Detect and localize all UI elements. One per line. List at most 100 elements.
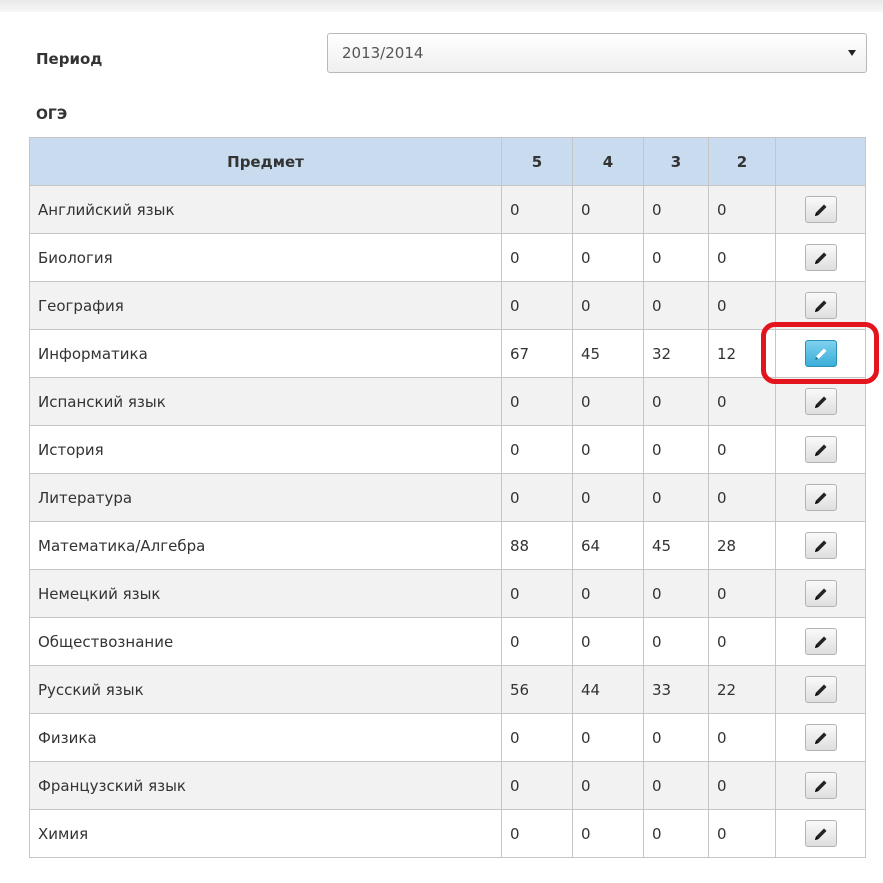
table-row: Биология 0 0 0 0	[29, 233, 866, 282]
cell-grade-5: 0	[501, 425, 573, 474]
cell-action	[775, 521, 866, 570]
pencil-icon	[813, 586, 829, 602]
cell-subject: Биология	[29, 233, 502, 282]
cell-grade-3: 0	[643, 713, 709, 762]
cell-grade-3: 32	[643, 329, 709, 378]
cell-grade-4: 0	[572, 377, 644, 426]
cell-grade-5: 88	[501, 521, 573, 570]
cell-grade-2: 0	[708, 569, 776, 618]
cell-action	[775, 569, 866, 618]
period-select-value: 2013/2014	[342, 44, 424, 62]
table-row: Французский язык 0 0 0 0	[29, 761, 866, 810]
cell-grade-4: 0	[572, 809, 644, 858]
edit-button[interactable]	[804, 436, 837, 463]
edit-button[interactable]	[804, 532, 837, 559]
cell-subject: Английский язык	[29, 185, 502, 234]
cell-grade-5: 0	[501, 761, 573, 810]
period-select[interactable]: 2013/2014	[327, 33, 867, 73]
cell-grade-4: 0	[572, 761, 644, 810]
cell-grade-3: 45	[643, 521, 709, 570]
cell-subject: История	[29, 425, 502, 474]
section-title: ОГЭ	[36, 107, 68, 123]
pencil-icon	[813, 442, 829, 458]
cell-grade-2: 12	[708, 329, 776, 378]
edit-button[interactable]	[804, 292, 837, 319]
header-actions	[775, 137, 866, 186]
cell-grade-5: 0	[501, 377, 573, 426]
table-row: Физика 0 0 0 0	[29, 713, 866, 762]
header-subject: Предмет	[29, 137, 502, 186]
cell-grade-2: 28	[708, 521, 776, 570]
pencil-icon	[813, 634, 829, 650]
cell-grade-3: 33	[643, 665, 709, 714]
cell-grade-4: 64	[572, 521, 644, 570]
table-row: Химия 0 0 0 0	[29, 809, 866, 858]
header-grade-2: 2	[708, 137, 776, 186]
cell-action	[775, 473, 866, 522]
edit-button[interactable]	[804, 388, 837, 415]
cell-action	[775, 281, 866, 330]
cell-action	[775, 377, 866, 426]
edit-button[interactable]	[804, 244, 837, 271]
cell-grade-2: 0	[708, 281, 776, 330]
cell-grade-2: 0	[708, 761, 776, 810]
cell-subject: Литература	[29, 473, 502, 522]
cell-grade-3: 0	[643, 425, 709, 474]
cell-subject: Обществознание	[29, 617, 502, 666]
cell-grade-5: 0	[501, 569, 573, 618]
cell-action	[775, 713, 866, 762]
edit-button[interactable]	[804, 676, 837, 703]
edit-button[interactable]	[804, 724, 837, 751]
cell-action	[775, 329, 866, 378]
header-grade-4: 4	[572, 137, 644, 186]
cell-grade-3: 0	[643, 809, 709, 858]
cell-grade-5: 0	[501, 281, 573, 330]
edit-button[interactable]	[804, 340, 837, 367]
chevron-down-icon	[848, 50, 856, 56]
cell-subject: Химия	[29, 809, 502, 858]
cell-grade-2: 0	[708, 425, 776, 474]
cell-grade-2: 0	[708, 185, 776, 234]
results-table: Предмет 5 4 3 2 Английский язык 0 0 0 0 Биоло…	[29, 137, 866, 858]
table-row: Русский язык 56 44 33 22	[29, 665, 866, 714]
pencil-icon	[813, 346, 829, 362]
edit-button[interactable]	[804, 196, 837, 223]
pencil-icon	[813, 826, 829, 842]
edit-button[interactable]	[804, 820, 837, 847]
header-grade-3: 3	[643, 137, 709, 186]
pencil-icon	[813, 490, 829, 506]
edit-button[interactable]	[804, 772, 837, 799]
cell-grade-4: 0	[572, 281, 644, 330]
results-table-wrap: Предмет 5 4 3 2 Английский язык 0 0 0 0 Биоло…	[29, 137, 866, 858]
cell-grade-2: 0	[708, 377, 776, 426]
page: Период 2013/2014 ОГЭ Предмет 5 4 3 2 Анг…	[0, 0, 883, 883]
cell-subject: Немецкий язык	[29, 569, 502, 618]
cell-grade-3: 0	[643, 233, 709, 282]
cell-grade-4: 0	[572, 713, 644, 762]
cell-grade-4: 0	[572, 473, 644, 522]
edit-button[interactable]	[804, 628, 837, 655]
edit-button[interactable]	[804, 580, 837, 607]
table-row: География 0 0 0 0	[29, 281, 866, 330]
cell-grade-5: 0	[501, 185, 573, 234]
cell-subject: Информатика	[29, 329, 502, 378]
cell-grade-2: 22	[708, 665, 776, 714]
cell-grade-4: 0	[572, 569, 644, 618]
table-row: Математика/Алгебра 88 64 45 28	[29, 521, 866, 570]
pencil-icon	[813, 250, 829, 266]
cell-grade-2: 0	[708, 617, 776, 666]
table-row: Английский язык 0 0 0 0	[29, 185, 866, 234]
edit-button[interactable]	[804, 484, 837, 511]
table-row: Немецкий язык 0 0 0 0	[29, 569, 866, 618]
cell-subject: Французский язык	[29, 761, 502, 810]
cell-subject: География	[29, 281, 502, 330]
cell-action	[775, 809, 866, 858]
cell-grade-5: 67	[501, 329, 573, 378]
table-row: Испанский язык 0 0 0 0	[29, 377, 866, 426]
table-row: История 0 0 0 0	[29, 425, 866, 474]
cell-grade-4: 45	[572, 329, 644, 378]
cell-grade-3: 0	[643, 761, 709, 810]
header-grade-5: 5	[501, 137, 573, 186]
cell-grade-2: 0	[708, 233, 776, 282]
pencil-icon	[813, 682, 829, 698]
